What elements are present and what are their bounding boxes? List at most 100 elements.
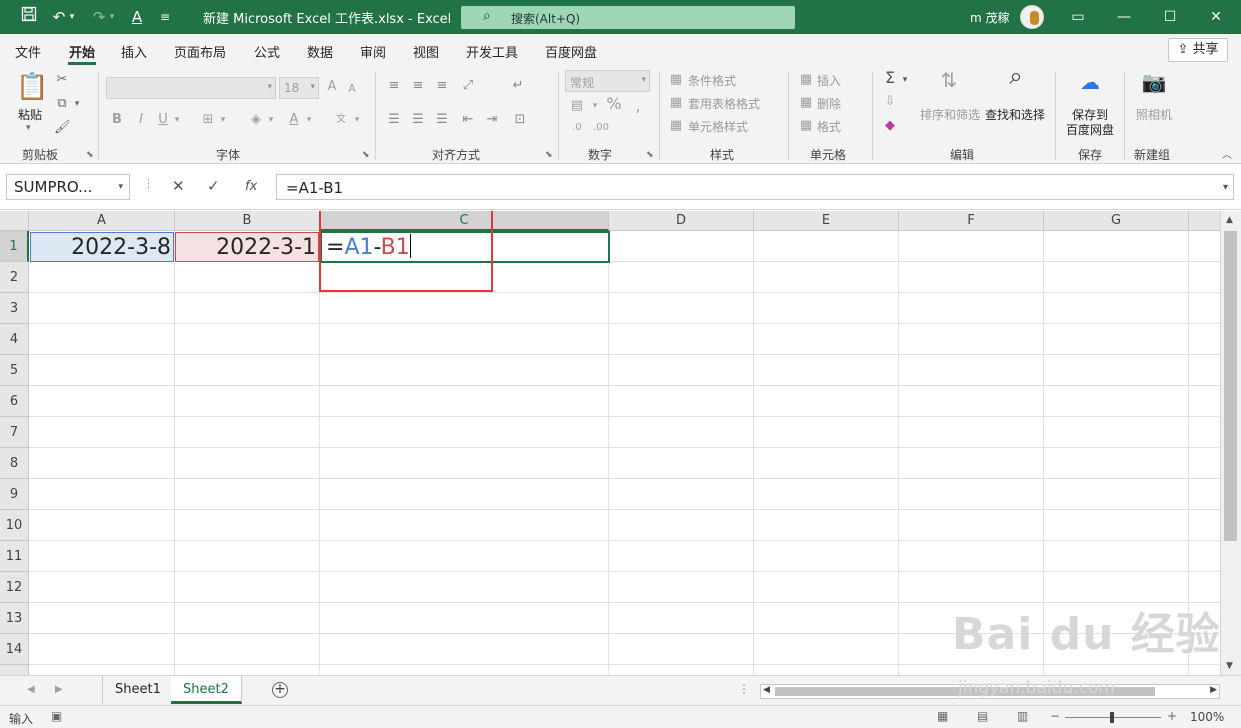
paste-dropdown-icon[interactable]: ▾ <box>26 120 31 136</box>
sheet-tab-sheet1[interactable]: Sheet1 <box>102 676 174 704</box>
column-header-partial[interactable] <box>1189 211 1220 231</box>
row-header-11[interactable]: 11 <box>0 541 29 572</box>
tab-file[interactable]: 文件 <box>15 42 41 61</box>
user-name[interactable]: m 茂稼 <box>970 9 1010 26</box>
cell-a1[interactable]: 2022-3-8 <box>30 232 174 262</box>
column-header-g[interactable]: G <box>1044 211 1189 231</box>
row-header-5[interactable]: 5 <box>0 355 29 386</box>
wrap-text-icon[interactable]: ↵ <box>510 78 526 94</box>
row-header-8[interactable]: 8 <box>0 448 29 479</box>
align-right-icon[interactable]: ☰ <box>434 112 450 128</box>
decrease-decimal-icon[interactable]: .00 <box>592 120 610 136</box>
cut-icon[interactable]: ✂ <box>54 72 70 88</box>
font-color-icon[interactable]: A <box>126 6 148 28</box>
insert-function-icon[interactable]: fx <box>245 179 257 194</box>
minimize-icon[interactable]: — <box>1101 4 1147 30</box>
tab-insert[interactable]: 插入 <box>121 42 147 61</box>
increase-font-icon[interactable]: A <box>325 79 339 95</box>
italic-icon[interactable]: I <box>134 112 148 128</box>
alignment-launcher-icon[interactable]: ⬊ <box>545 150 553 160</box>
align-middle-icon[interactable]: ≡ <box>410 78 426 94</box>
paste-icon[interactable]: 📋 <box>16 72 48 102</box>
font-name-select[interactable]: ▾ <box>106 77 276 99</box>
border-dropdown-icon[interactable]: ▾ <box>218 112 228 128</box>
format-table-button[interactable]: 套用表格格式 <box>688 95 760 112</box>
find-select-button[interactable]: 查找和选择 <box>985 106 1045 123</box>
row-header-9[interactable]: 9 <box>0 479 29 510</box>
percent-icon[interactable]: % <box>606 96 622 112</box>
row-header-7[interactable]: 7 <box>0 417 29 448</box>
enter-icon[interactable]: ✓ <box>207 177 220 195</box>
delete-cells-button[interactable]: 删除 <box>817 95 841 112</box>
zoom-out-icon[interactable]: − <box>1050 709 1060 723</box>
avatar[interactable] <box>1020 5 1044 29</box>
zoom-slider-knob[interactable] <box>1110 712 1114 723</box>
align-top-icon[interactable]: ≡ <box>386 78 402 94</box>
underline-dropdown-icon[interactable]: ▾ <box>172 112 182 128</box>
tab-view[interactable]: 视图 <box>413 42 439 61</box>
redo-dropdown-icon[interactable]: ▾ <box>106 6 118 28</box>
conditional-format-button[interactable]: 条件格式 <box>688 72 736 89</box>
currency-dropdown-icon[interactable]: ▾ <box>590 98 600 114</box>
cell-b1[interactable]: 2022-3-1 <box>175 232 319 262</box>
sort-filter-button[interactable]: 排序和筛选 <box>920 106 980 123</box>
align-left-icon[interactable]: ☰ <box>386 112 402 128</box>
number-format-select[interactable]: 常规 ▾ <box>565 70 650 92</box>
phonetic-dropdown-icon[interactable]: ▾ <box>352 112 362 128</box>
phonetic-icon[interactable]: 文 <box>332 112 350 128</box>
save-icon[interactable] <box>18 6 40 28</box>
close-icon[interactable]: ✕ <box>1193 4 1239 30</box>
row-header-partial[interactable] <box>0 665 29 675</box>
scrollbar-thumb[interactable] <box>1224 231 1237 541</box>
row-header-6[interactable]: 6 <box>0 386 29 417</box>
copy-dropdown-icon[interactable]: ▾ <box>72 96 82 112</box>
fill-dropdown-icon[interactable]: ▾ <box>266 112 276 128</box>
zoom-in-icon[interactable]: + <box>1167 709 1177 723</box>
autosum-dropdown-icon[interactable]: ▾ <box>900 72 910 88</box>
cancel-icon[interactable]: ✕ <box>172 177 185 195</box>
ribbon-display-icon[interactable]: ▭ <box>1055 4 1101 30</box>
row-header-12[interactable]: 12 <box>0 572 29 603</box>
vertical-scrollbar[interactable]: ▲ ▼ <box>1220 211 1241 675</box>
font-color-icon[interactable]: A <box>286 112 302 128</box>
row-header-10[interactable]: 10 <box>0 510 29 541</box>
page-break-view-icon[interactable]: ▥ <box>1017 709 1028 723</box>
clipboard-launcher-icon[interactable]: ⬊ <box>86 150 94 160</box>
autosum-icon[interactable]: Σ <box>882 70 898 86</box>
row-header-3[interactable]: 3 <box>0 293 29 324</box>
column-header-a[interactable]: A <box>29 211 175 231</box>
tab-developer[interactable]: 开发工具 <box>466 42 518 61</box>
increase-indent-icon[interactable]: ⇥ <box>484 112 500 128</box>
tab-page-layout[interactable]: 页面布局 <box>174 42 226 61</box>
name-box[interactable]: SUMPRO... ▾ <box>6 174 130 200</box>
fill-color-icon[interactable]: ◈ <box>248 112 264 128</box>
search-box[interactable]: ⌕ 搜索(Alt+Q) <box>461 6 795 29</box>
column-header-e[interactable]: E <box>754 211 899 231</box>
tab-home[interactable]: 开始 <box>69 42 95 61</box>
font-size-select[interactable]: 18 ▾ <box>279 77 319 99</box>
copy-icon[interactable]: ⧉ <box>54 96 70 112</box>
row-header-2[interactable]: 2 <box>0 262 29 293</box>
increase-decimal-icon[interactable]: .0 <box>568 120 586 136</box>
camera-button[interactable]: 照相机 <box>1136 106 1172 123</box>
zoom-level[interactable]: 100% <box>1190 710 1224 724</box>
prev-sheet-icon[interactable]: ◀ <box>27 684 35 695</box>
merge-center-icon[interactable]: ⊡ <box>512 112 528 128</box>
scroll-up-icon[interactable]: ▲ <box>1226 215 1233 225</box>
decrease-indent-icon[interactable]: ⇤ <box>460 112 476 128</box>
font-launcher-icon[interactable]: ⬊ <box>362 150 370 160</box>
accessibility-icon[interactable]: ▣ <box>51 709 62 723</box>
more-icon[interactable]: ⋮ <box>738 682 750 696</box>
insert-cells-button[interactable]: 插入 <box>817 72 841 89</box>
bold-icon[interactable]: B <box>110 112 124 128</box>
maximize-icon[interactable]: ☐ <box>1147 4 1193 30</box>
row-header-4[interactable]: 4 <box>0 324 29 355</box>
add-sheet-icon[interactable]: + <box>272 682 288 698</box>
orientation-icon[interactable]: ⤢ <box>460 78 476 94</box>
tab-data[interactable]: 数据 <box>307 42 333 61</box>
font-color-dropdown-icon[interactable]: ▾ <box>304 112 314 128</box>
clear-icon[interactable]: ◆ <box>882 118 898 134</box>
tab-formulas[interactable]: 公式 <box>254 42 280 61</box>
scroll-down-icon[interactable]: ▼ <box>1226 661 1233 671</box>
underline-icon[interactable]: U <box>156 112 170 128</box>
